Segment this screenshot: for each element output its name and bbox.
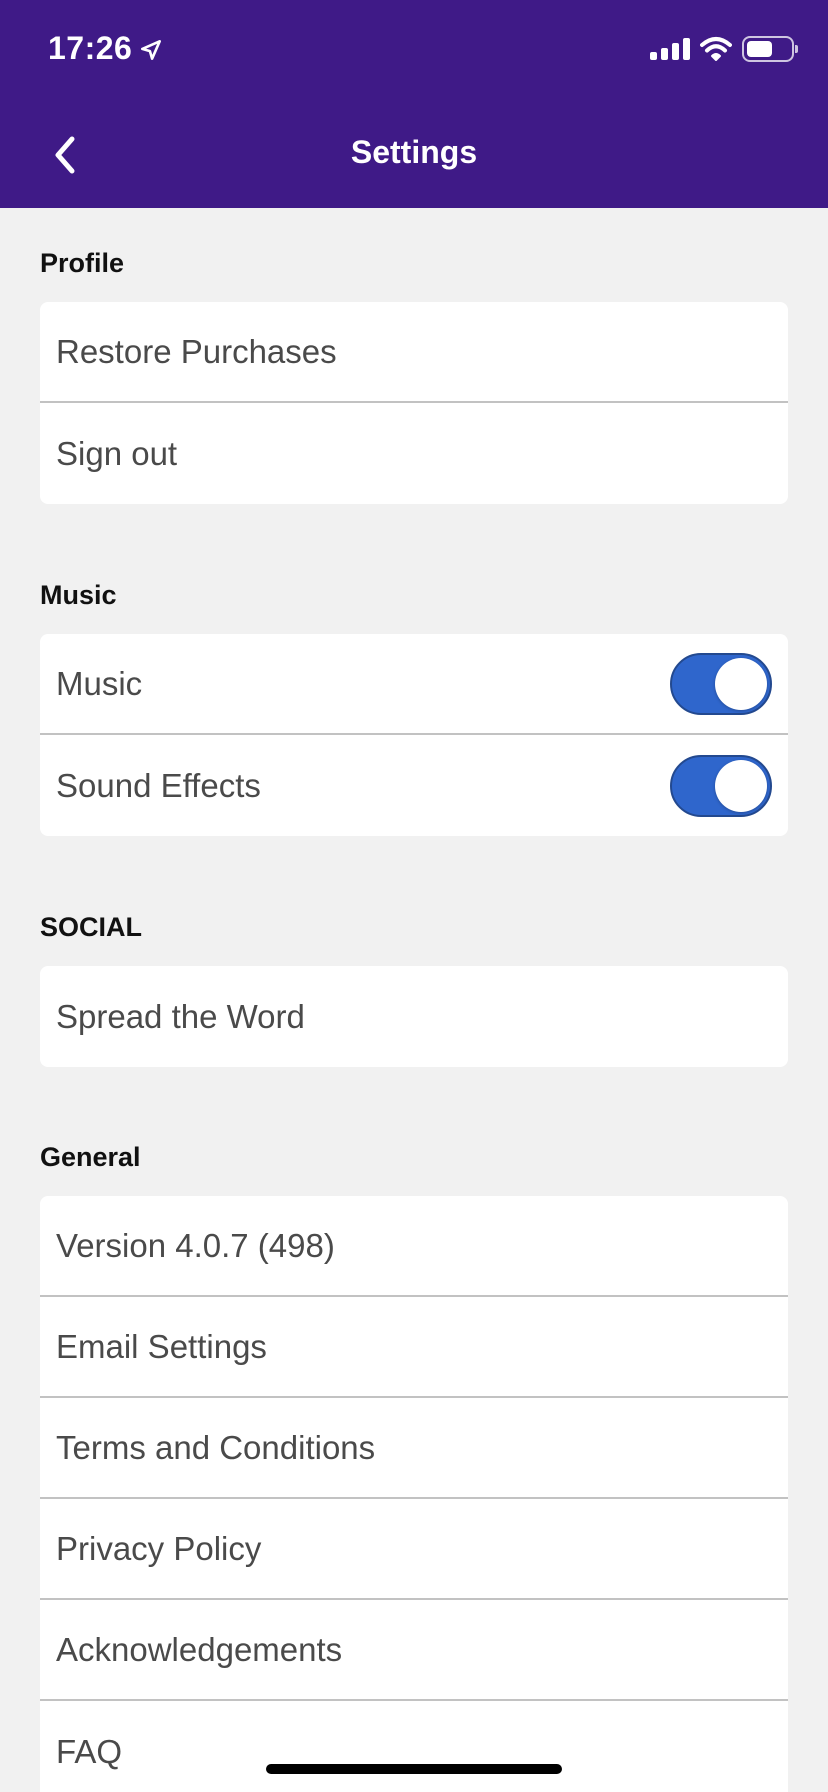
row-label: Spread the Word bbox=[56, 997, 305, 1035]
navigation-bar: 17:26 Settings bbox=[0, 0, 828, 208]
privacy-policy-row[interactable]: Privacy Policy bbox=[40, 1499, 788, 1600]
sound-effects-toggle[interactable] bbox=[670, 754, 772, 817]
terms-and-conditions-row[interactable]: Terms and Conditions bbox=[40, 1398, 788, 1499]
sound-effects-toggle-row: Sound Effects bbox=[40, 735, 788, 836]
row-label: Sign out bbox=[56, 434, 178, 472]
sign-out-row[interactable]: Sign out bbox=[40, 403, 788, 504]
location-arrow-icon bbox=[141, 39, 162, 60]
home-indicator[interactable] bbox=[266, 1764, 562, 1774]
social-card: Spread the Word bbox=[40, 966, 788, 1067]
acknowledgements-row[interactable]: Acknowledgements bbox=[40, 1600, 788, 1701]
status-bar-time: 17:26 bbox=[48, 30, 164, 67]
profile-card: Restore Purchases Sign out bbox=[40, 302, 788, 504]
row-label: FAQ bbox=[56, 1732, 123, 1770]
music-toggle[interactable] bbox=[670, 652, 772, 715]
general-card: Version 4.0.7 (498) Email Settings Terms… bbox=[40, 1196, 788, 1792]
row-label: Privacy Policy bbox=[56, 1529, 262, 1567]
wifi-icon bbox=[700, 37, 732, 61]
battery-icon bbox=[742, 36, 798, 62]
row-label: Terms and Conditions bbox=[56, 1428, 376, 1466]
status-time-text: 17:26 bbox=[48, 30, 133, 66]
music-card: Music Sound Effects bbox=[40, 634, 788, 836]
row-label: Sound Effects bbox=[56, 766, 261, 804]
page-title: Settings bbox=[350, 134, 478, 170]
section-title-social: SOCIAL bbox=[40, 912, 143, 942]
row-label: Email Settings bbox=[56, 1327, 267, 1365]
section-title-profile: Profile bbox=[40, 248, 125, 278]
cellular-signal-icon bbox=[650, 38, 690, 60]
faq-row[interactable]: FAQ bbox=[40, 1701, 788, 1792]
section-title-music: Music bbox=[40, 580, 117, 610]
music-toggle-row: Music bbox=[40, 634, 788, 735]
spread-the-word-row[interactable]: Spread the Word bbox=[40, 966, 788, 1067]
row-label: Acknowledgements bbox=[56, 1630, 343, 1668]
status-bar-indicators bbox=[650, 36, 798, 62]
row-label: Version 4.0.7 (498) bbox=[56, 1226, 335, 1264]
email-settings-row[interactable]: Email Settings bbox=[40, 1297, 788, 1398]
restore-purchases-row[interactable]: Restore Purchases bbox=[40, 302, 788, 403]
version-row: Version 4.0.7 (498) bbox=[40, 1196, 788, 1297]
row-label: Music bbox=[56, 664, 143, 702]
row-label: Restore Purchases bbox=[56, 332, 337, 370]
section-title-general: General bbox=[40, 1142, 141, 1172]
